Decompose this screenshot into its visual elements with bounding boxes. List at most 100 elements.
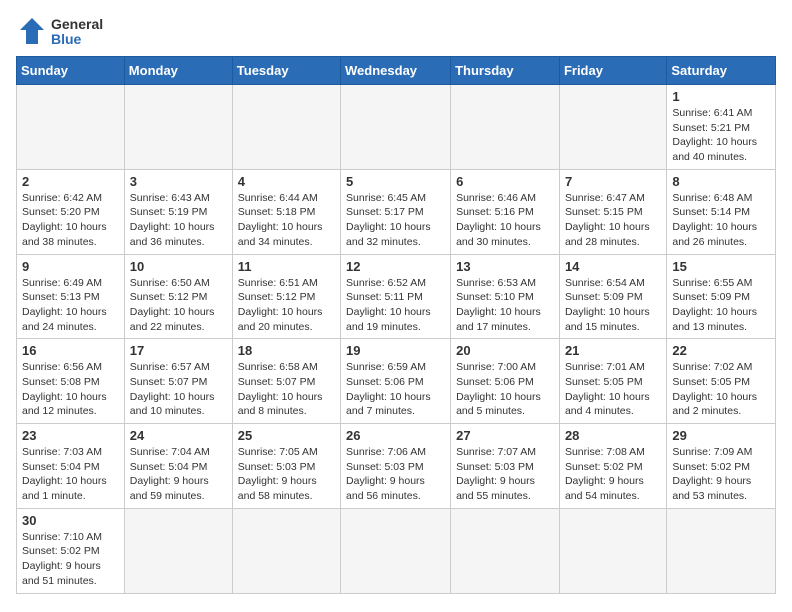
calendar-day-cell: 2 Sunrise: 6:42 AMSunset: 5:20 PMDaylight…: [17, 169, 125, 254]
calendar-day-cell: 19Sunrise: 6:59 AMSunset: 5:06 PMDayligh…: [341, 339, 451, 424]
weekday-header-thursday: Thursday: [451, 57, 560, 85]
calendar-day-cell: 3Sunrise: 6:43 AMSunset: 5:19 PMDaylight…: [124, 169, 232, 254]
calendar-day-cell: [124, 85, 232, 170]
calendar-day-cell: 6 Sunrise: 6:46 AMSunset: 5:16 PMDaylight…: [451, 169, 560, 254]
day-info: Sunrise: 6:48 AMSunset: 5:14 PMDaylight:…: [672, 191, 770, 250]
calendar-day-cell: [232, 508, 340, 593]
day-info: Sunrise: 6:42 AMSunset: 5:20 PMDaylight:…: [22, 191, 119, 250]
calendar-day-cell: 15 Sunrise: 6:55 AMSunset: 5:09 PMDayligh…: [667, 254, 776, 339]
calendar-day-cell: 20 Sunrise: 7:00 AMSunset: 5:06 PMDayligh…: [451, 339, 560, 424]
calendar-day-cell: 22 Sunrise: 7:02 AMSunset: 5:05 PMDayligh…: [667, 339, 776, 424]
calendar-day-cell: 21 Sunrise: 7:01 AMSunset: 5:05 PMDayligh…: [559, 339, 666, 424]
day-info: Sunrise: 6:55 AMSunset: 5:09 PMDaylight:…: [672, 276, 770, 335]
day-number: 8: [672, 174, 770, 189]
calendar-day-cell: [341, 508, 451, 593]
day-number: 2: [22, 174, 119, 189]
day-number: 5: [346, 174, 445, 189]
calendar-day-cell: 30Sunrise: 7:10 AMSunset: 5:02 PMDayligh…: [17, 508, 125, 593]
logo-symbol: General Blue: [16, 16, 103, 48]
calendar-week-row: 16 Sunrise: 6:56 AMSunset: 5:08 PMDayligh…: [17, 339, 776, 424]
day-number: 14: [565, 259, 661, 274]
calendar-day-cell: 16 Sunrise: 6:56 AMSunset: 5:08 PMDayligh…: [17, 339, 125, 424]
weekday-header-monday: Monday: [124, 57, 232, 85]
day-info: Sunrise: 7:05 AMSunset: 5:03 PMDaylight:…: [238, 445, 335, 504]
day-number: 12: [346, 259, 445, 274]
day-info: Sunrise: 7:00 AMSunset: 5:06 PMDaylight:…: [456, 360, 554, 419]
day-number: 1: [672, 89, 770, 104]
day-info: Sunrise: 7:04 AMSunset: 5:04 PMDaylight:…: [130, 445, 227, 504]
calendar-day-cell: [17, 85, 125, 170]
page-header: General Blue: [16, 16, 776, 48]
calendar-day-cell: 5 Sunrise: 6:45 AMSunset: 5:17 PMDaylight…: [341, 169, 451, 254]
weekday-header-tuesday: Tuesday: [232, 57, 340, 85]
day-info: Sunrise: 6:54 AMSunset: 5:09 PMDaylight:…: [565, 276, 661, 335]
weekday-header-friday: Friday: [559, 57, 666, 85]
day-number: 13: [456, 259, 554, 274]
day-info: Sunrise: 6:47 AMSunset: 5:15 PMDaylight:…: [565, 191, 661, 250]
calendar-day-cell: 11 Sunrise: 6:51 AMSunset: 5:12 PMDayligh…: [232, 254, 340, 339]
day-info: Sunrise: 7:07 AMSunset: 5:03 PMDaylight:…: [456, 445, 554, 504]
calendar-week-row: 2 Sunrise: 6:42 AMSunset: 5:20 PMDaylight…: [17, 169, 776, 254]
day-info: Sunrise: 7:02 AMSunset: 5:05 PMDaylight:…: [672, 360, 770, 419]
day-info: Sunrise: 7:01 AMSunset: 5:05 PMDaylight:…: [565, 360, 661, 419]
day-number: 20: [456, 343, 554, 358]
calendar-day-cell: 12Sunrise: 6:52 AMSunset: 5:11 PMDayligh…: [341, 254, 451, 339]
calendar-day-cell: 4 Sunrise: 6:44 AMSunset: 5:18 PMDaylight…: [232, 169, 340, 254]
day-info: Sunrise: 6:44 AMSunset: 5:18 PMDaylight:…: [238, 191, 335, 250]
day-info: Sunrise: 6:53 AMSunset: 5:10 PMDaylight:…: [456, 276, 554, 335]
day-number: 4: [238, 174, 335, 189]
calendar-day-cell: 8 Sunrise: 6:48 AMSunset: 5:14 PMDaylight…: [667, 169, 776, 254]
day-number: 19: [346, 343, 445, 358]
day-number: 6: [456, 174, 554, 189]
day-info: Sunrise: 6:50 AMSunset: 5:12 PMDaylight:…: [130, 276, 227, 335]
logo-general: General: [51, 17, 103, 32]
calendar-day-cell: 28 Sunrise: 7:08 AMSunset: 5:02 PMDayligh…: [559, 424, 666, 509]
calendar-day-cell: [667, 508, 776, 593]
calendar-day-cell: 10 Sunrise: 6:50 AMSunset: 5:12 PMDayligh…: [124, 254, 232, 339]
day-number: 26: [346, 428, 445, 443]
day-number: 28: [565, 428, 661, 443]
day-info: Sunrise: 7:08 AMSunset: 5:02 PMDaylight:…: [565, 445, 661, 504]
day-number: 15: [672, 259, 770, 274]
day-number: 29: [672, 428, 770, 443]
day-info: Sunrise: 6:57 AMSunset: 5:07 PMDaylight:…: [130, 360, 227, 419]
calendar-day-cell: 1Sunrise: 6:41 AMSunset: 5:21 PMDaylight…: [667, 85, 776, 170]
calendar-day-cell: 7 Sunrise: 6:47 AMSunset: 5:15 PMDaylight…: [559, 169, 666, 254]
day-number: 25: [238, 428, 335, 443]
calendar-day-cell: [341, 85, 451, 170]
logo: General Blue: [16, 16, 103, 48]
day-number: 23: [22, 428, 119, 443]
calendar-table: SundayMondayTuesdayWednesdayThursdayFrid…: [16, 56, 776, 594]
calendar-day-cell: 17 Sunrise: 6:57 AMSunset: 5:07 PMDayligh…: [124, 339, 232, 424]
day-info: Sunrise: 6:56 AMSunset: 5:08 PMDaylight:…: [22, 360, 119, 419]
calendar-day-cell: 23Sunrise: 7:03 AMSunset: 5:04 PMDayligh…: [17, 424, 125, 509]
calendar-day-cell: 13 Sunrise: 6:53 AMSunset: 5:10 PMDayligh…: [451, 254, 560, 339]
day-number: 18: [238, 343, 335, 358]
day-number: 24: [130, 428, 227, 443]
day-number: 7: [565, 174, 661, 189]
day-number: 27: [456, 428, 554, 443]
calendar-day-cell: 18 Sunrise: 6:58 AMSunset: 5:07 PMDayligh…: [232, 339, 340, 424]
day-info: Sunrise: 6:58 AMSunset: 5:07 PMDaylight:…: [238, 360, 335, 419]
calendar-week-row: 30Sunrise: 7:10 AMSunset: 5:02 PMDayligh…: [17, 508, 776, 593]
day-info: Sunrise: 6:45 AMSunset: 5:17 PMDaylight:…: [346, 191, 445, 250]
day-number: 10: [130, 259, 227, 274]
calendar-day-cell: [451, 508, 560, 593]
calendar-day-cell: [559, 508, 666, 593]
day-number: 21: [565, 343, 661, 358]
day-number: 3: [130, 174, 227, 189]
day-number: 17: [130, 343, 227, 358]
day-info: Sunrise: 6:51 AMSunset: 5:12 PMDaylight:…: [238, 276, 335, 335]
day-number: 9: [22, 259, 119, 274]
day-info: Sunrise: 6:46 AMSunset: 5:16 PMDaylight:…: [456, 191, 554, 250]
calendar-day-cell: 24 Sunrise: 7:04 AMSunset: 5:04 PMDayligh…: [124, 424, 232, 509]
day-number: 22: [672, 343, 770, 358]
day-info: Sunrise: 7:10 AMSunset: 5:02 PMDaylight:…: [22, 530, 119, 589]
weekday-header-sunday: Sunday: [17, 57, 125, 85]
day-info: Sunrise: 7:06 AMSunset: 5:03 PMDaylight:…: [346, 445, 445, 504]
day-info: Sunrise: 7:09 AMSunset: 5:02 PMDaylight:…: [672, 445, 770, 504]
calendar-week-row: 1Sunrise: 6:41 AMSunset: 5:21 PMDaylight…: [17, 85, 776, 170]
day-number: 11: [238, 259, 335, 274]
day-number: 16: [22, 343, 119, 358]
calendar-day-cell: [559, 85, 666, 170]
